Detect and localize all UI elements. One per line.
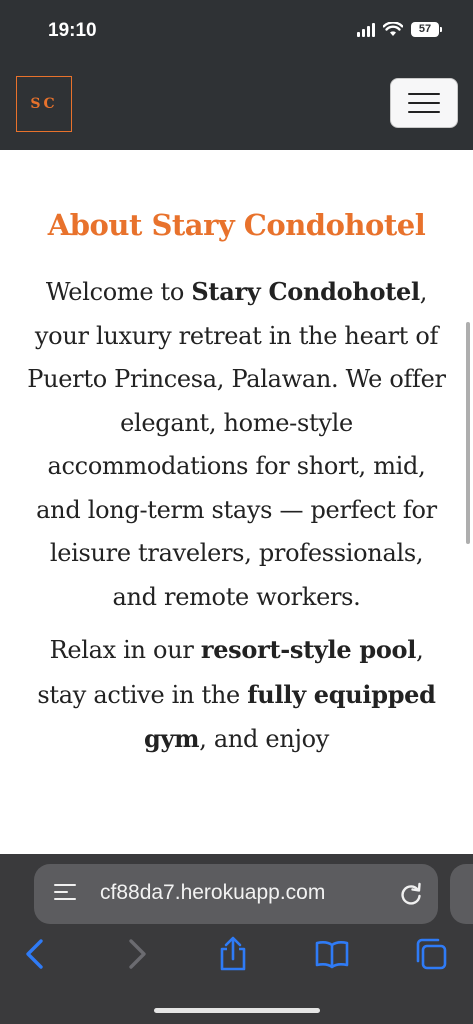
tabs-icon[interactable] bbox=[413, 936, 449, 972]
bookmarks-icon[interactable] bbox=[314, 936, 350, 972]
status-bar: 19:10 57 bbox=[0, 0, 473, 62]
menu-toggle-button[interactable] bbox=[390, 78, 458, 128]
navbar: SC bbox=[0, 62, 473, 150]
share-icon[interactable] bbox=[215, 936, 251, 972]
wifi-icon bbox=[383, 22, 403, 36]
back-icon[interactable] bbox=[18, 936, 54, 972]
about-paragraph-1: Welcome to Stary Condohotel, your luxury… bbox=[27, 277, 446, 611]
url-text: cf88da7.herokuapp.com bbox=[100, 881, 326, 904]
browser-bottom-bar: cf88da7.herokuapp.com bbox=[0, 854, 473, 1024]
status-time: 19:10 bbox=[48, 20, 97, 41]
forward-icon[interactable] bbox=[118, 936, 154, 972]
reader-icon[interactable] bbox=[54, 884, 76, 906]
home-indicator bbox=[154, 1008, 320, 1013]
about-paragraph-2: Relax in our resort-style pool, stay act… bbox=[37, 635, 436, 753]
next-tab-preview[interactable] bbox=[450, 864, 473, 924]
reload-icon[interactable] bbox=[398, 881, 424, 907]
status-icons: 57 bbox=[357, 22, 442, 37]
address-bar[interactable]: cf88da7.herokuapp.com bbox=[34, 864, 438, 924]
menu-icon bbox=[408, 93, 440, 95]
battery-icon: 57 bbox=[411, 22, 442, 37]
site-logo[interactable]: SC bbox=[16, 76, 72, 132]
page-scrollbar[interactable] bbox=[466, 322, 470, 544]
cellular-signal-icon bbox=[357, 22, 375, 37]
about-section: About Stary Condohotel Welcome to Stary … bbox=[0, 150, 473, 854]
page-title: About Stary Condohotel bbox=[47, 208, 426, 242]
